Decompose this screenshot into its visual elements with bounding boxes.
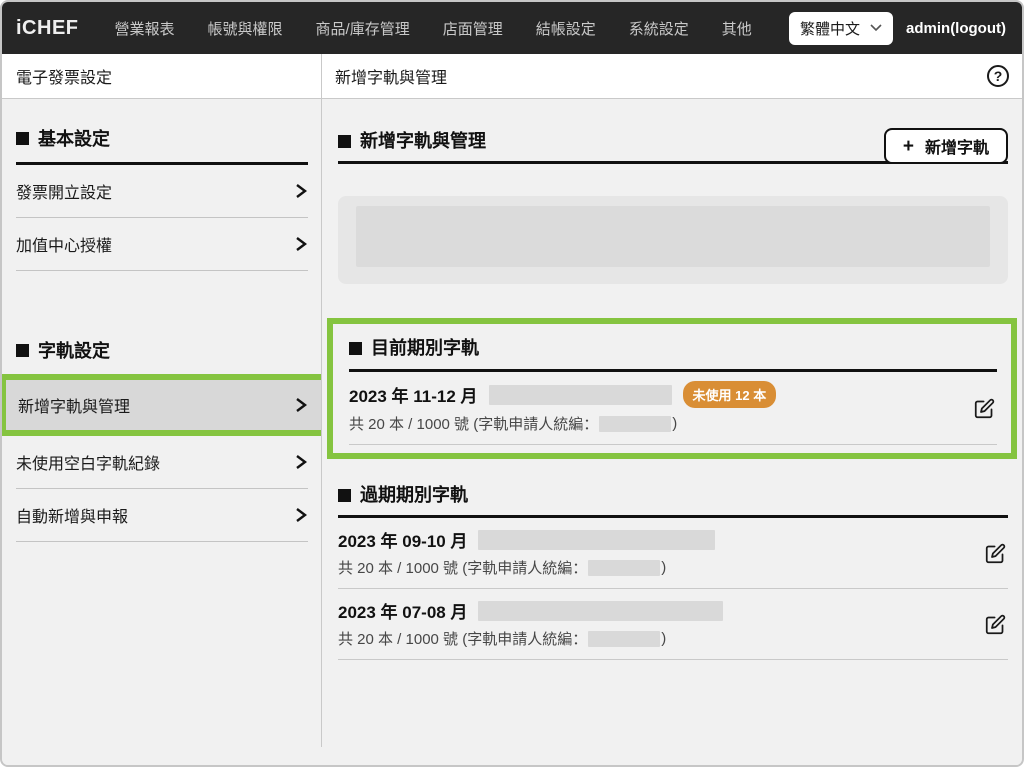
nav-others[interactable]: 其他 [722,18,752,39]
prefix-entry-expired: 2023 年 07-08 月 共 20 本 / 1000 號 (字軌申請人統編：… [338,589,1008,660]
chevron-down-icon [870,24,882,32]
sidebar-item-unused-blank-prefix[interactable]: 未使用空白字軌紀錄 [16,436,308,489]
chevron-right-icon [293,397,308,413]
expired-section-header: 過期期別字軌 [338,481,1008,518]
nav-product-inventory[interactable]: 商品/庫存管理 [316,18,410,39]
sidebar-item-auto-add-declare[interactable]: 自動新增與申報 [16,489,308,542]
edit-icon [985,614,1006,635]
nav-accounts-permissions[interactable]: 帳號與權限 [208,18,283,39]
highlight-box-sidebar: 新增字軌與管理 [2,374,322,436]
current-period-section-title: 目前期別字軌 [371,334,479,362]
entry-period: 2023 年 07-08 月 [338,598,467,623]
sub-header: 電子發票設定 新增字軌與管理 ? [2,54,1022,99]
manage-section-header: 新增字軌與管理 + 新增字軌 [338,127,1008,164]
section-marker-icon [338,135,351,148]
unused-count-badge: 未使用 12 本 [683,381,777,408]
sidebar-section-basic-settings: 基本設定 [2,99,322,162]
page-title: 新增字軌與管理 [335,64,447,88]
nav-sales-reports[interactable]: 營業報表 [115,18,175,39]
entry-period: 2023 年 09-10 月 [338,527,467,552]
app-window: iCHEF 營業報表 帳號與權限 商品/庫存管理 店面管理 結帳設定 系統設定 … [0,0,1024,767]
manage-section-title: 新增字軌與管理 [360,127,486,155]
plus-icon: + [903,137,914,156]
sidebar-item-value-center-auth[interactable]: 加值中心授權 [16,218,308,271]
section-marker-icon [16,344,29,357]
nav-store-management[interactable]: 店面管理 [443,18,503,39]
account-logout-link[interactable]: admin(logout) [906,20,1006,37]
edit-prefix-button[interactable] [973,397,995,419]
redacted-block [489,385,672,405]
redacted-block [356,206,990,267]
chevron-right-icon [293,454,308,470]
highlight-box-current-period: 目前期別字軌 2023 年 11-12 月 未使用 12 本 共 20 本 / … [327,318,1017,459]
section-marker-icon [338,489,351,502]
redacted-block [478,601,723,621]
prefix-entry-current: 2023 年 11-12 月 未使用 12 本 共 20 本 / 1000 號 … [349,372,997,445]
entry-period: 2023 年 11-12 月 [349,382,478,407]
nav-system-settings[interactable]: 系統設定 [629,18,689,39]
chevron-right-icon [293,236,308,252]
chevron-right-icon [293,183,308,199]
entry-detail-prefix: 共 20 本 / 1000 號 (字軌申請人統編： [338,628,587,649]
ichef-logo: iCHEF [16,17,79,40]
sidebar-item-invoice-issue-settings[interactable]: 發票開立設定 [16,165,308,218]
redacted-info-panel [338,196,1008,284]
sidebar-item-add-manage-prefix[interactable]: 新增字軌與管理 [6,380,322,430]
entry-detail-suffix: ) [661,559,666,576]
edit-prefix-button[interactable] [984,613,1006,635]
expired-section-title: 過期期別字軌 [360,481,468,509]
section-marker-icon [16,132,29,145]
main-content: 新增字軌與管理 + 新增字軌 目前期別字軌 [322,99,1022,765]
entry-detail-suffix: ) [672,415,677,432]
redacted-block [588,631,660,647]
help-icon[interactable]: ? [987,65,1009,87]
section-marker-icon [349,342,362,355]
top-nav-bar: iCHEF 營業報表 帳號與權限 商品/庫存管理 店面管理 結帳設定 系統設定 … [2,2,1022,54]
prefix-entry-expired: 2023 年 09-10 月 共 20 本 / 1000 號 (字軌申請人統編：… [338,518,1008,589]
language-select[interactable]: 繁體中文 [789,12,893,45]
entry-detail-prefix: 共 20 本 / 1000 號 (字軌申請人統編： [349,413,598,434]
redacted-block [588,560,660,576]
edit-prefix-button[interactable] [984,542,1006,564]
entry-detail-prefix: 共 20 本 / 1000 號 (字軌申請人統編： [338,557,587,578]
nav-checkout-settings[interactable]: 結帳設定 [536,18,596,39]
settings-sidebar: 基本設定 發票開立設定 加值中心授權 字軌設定 新增字軌與管理 [2,99,322,765]
chevron-right-icon [293,507,308,523]
entry-detail-suffix: ) [661,630,666,647]
sidebar-section-prefix-settings: 字軌設定 [2,271,322,374]
add-prefix-button[interactable]: + 新增字軌 [884,128,1008,164]
redacted-block [599,416,671,432]
edit-icon [985,543,1006,564]
redacted-block [478,530,715,550]
edit-icon [974,398,995,419]
language-select-value: 繁體中文 [800,18,860,39]
sidebar-panel-title: 電子發票設定 [2,54,322,98]
